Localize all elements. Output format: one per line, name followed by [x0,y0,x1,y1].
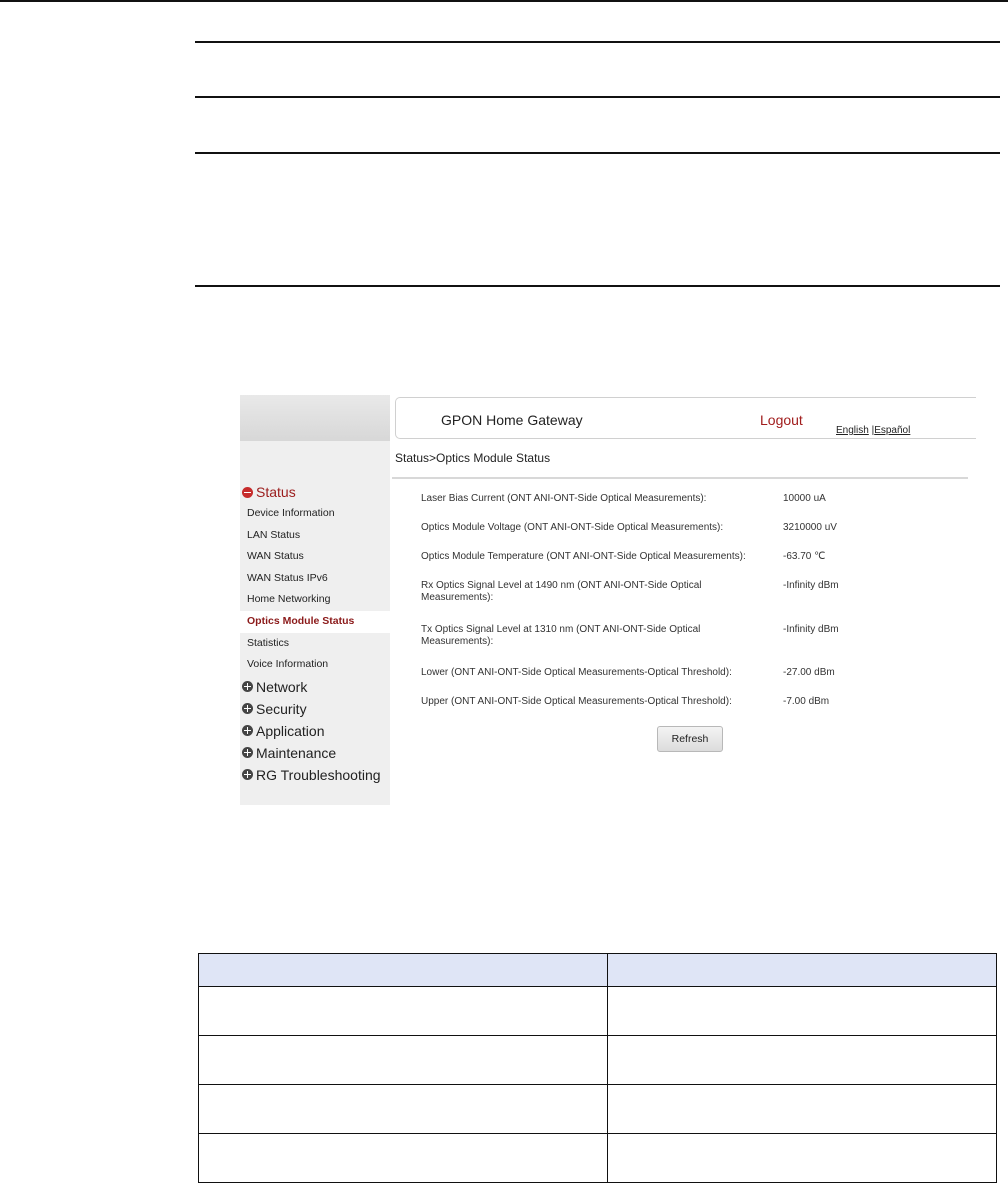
table-cell [198,1035,608,1085]
measurement-label: Laser Bias Current (ONT ANI-ONT-Side Opt… [421,493,707,504]
table-cell [607,986,997,1036]
sidebar-nav: Status Device Information LAN Status WAN… [240,481,390,786]
nav-group-label: Security [256,700,307,717]
measurement-label: Tx Optics Signal Level at 1310 nm (ONT A… [421,624,701,647]
breadcrumb-divider [392,477,968,479]
table-header-cell [607,953,997,987]
english-link[interactable]: English [836,425,869,436]
sidebar-item-home-networking[interactable]: Home Networking [240,589,390,611]
nav-group-label: Maintenance [256,744,337,761]
espanol-link[interactable]: Español [874,425,910,436]
summary-table [198,953,997,1183]
table-row [198,1133,997,1183]
measurement-value: -Infinity dBm [783,624,839,635]
measurement-value: -Infinity dBm [783,580,839,591]
refresh-button[interactable]: Refresh [657,726,723,752]
sidebar-item-voice-information[interactable]: Voice Information [240,654,390,676]
nav-group-label: Application [256,722,325,739]
measurement-label: Optics Module Temperature (ONT ANI-ONT-S… [421,551,746,562]
nav-group-label: Status [256,484,296,500]
gateway-screenshot: Status Device Information LAN Status WAN… [240,395,976,805]
expand-icon [242,725,253,737]
measurement-value: 10000 uA [783,493,826,504]
measurement-label: Optics Module Voltage (ONT ANI-ONT-Side … [421,522,724,533]
sidebar-item-lan-status[interactable]: LAN Status [240,525,390,547]
expand-icon [242,747,253,759]
sidebar-item-device-information[interactable]: Device Information [240,503,390,525]
sidebar-header [240,395,390,441]
expand-icon [242,703,253,715]
table-row [198,986,997,1036]
nav-group-security[interactable]: Security [240,698,390,720]
table-cell [607,1035,997,1085]
measurement-value: -27.00 dBm [783,667,835,678]
measurement-value: -63.70 ℃ [783,551,826,562]
nav-group-status[interactable]: Status [240,481,390,503]
table-header-row [198,953,997,987]
sidebar-item-optics-module-status[interactable]: Optics Module Status [240,610,390,633]
header-bar: GPON Home Gateway Logout English |Españo… [395,397,976,439]
measurement-label: Rx Optics Signal Level at 1490 nm (ONT A… [421,580,702,603]
measurement-value: -7.00 dBm [783,696,830,707]
section-rule [195,285,1000,287]
page-top-rule [0,0,1008,2]
table-row [198,1084,997,1134]
expand-icon [242,769,253,781]
logout-link[interactable]: Logout [760,412,803,428]
table-cell [607,1133,997,1183]
nav-group-maintenance[interactable]: Maintenance [240,742,390,764]
nav-group-rg-troubleshooting[interactable]: RG Troubleshooting [240,764,390,786]
table-cell [198,1133,608,1183]
table-row [198,1035,997,1085]
expand-icon [242,681,253,693]
nav-group-label: Network [256,678,308,695]
table-cell [198,986,608,1036]
breadcrumb: Status>Optics Module Status [395,451,551,465]
section-rule [195,96,1000,98]
sidebar-item-wan-status-ipv6[interactable]: WAN Status IPv6 [240,568,390,590]
section-rule [195,152,1000,154]
measurement-value: 3210000 uV [783,522,837,533]
sidebar: Status Device Information LAN Status WAN… [240,395,390,805]
measurement-label: Upper (ONT ANI-ONT-Side Optical Measurem… [421,696,732,707]
table-cell [607,1084,997,1134]
measurement-label: Lower (ONT ANI-ONT-Side Optical Measurem… [421,667,732,678]
table-cell [198,1084,608,1134]
sidebar-item-statistics[interactable]: Statistics [240,633,390,655]
collapse-icon [242,486,253,498]
gateway-title: GPON Home Gateway [441,412,583,428]
nav-group-application[interactable]: Application [240,720,390,742]
language-switcher: English |Español [836,425,910,436]
sidebar-item-wan-status[interactable]: WAN Status [240,546,390,568]
nav-group-label: RG Troubleshooting [256,766,381,783]
table-header-cell [198,953,608,987]
nav-group-network[interactable]: Network [240,676,390,698]
section-rule [195,41,1000,43]
